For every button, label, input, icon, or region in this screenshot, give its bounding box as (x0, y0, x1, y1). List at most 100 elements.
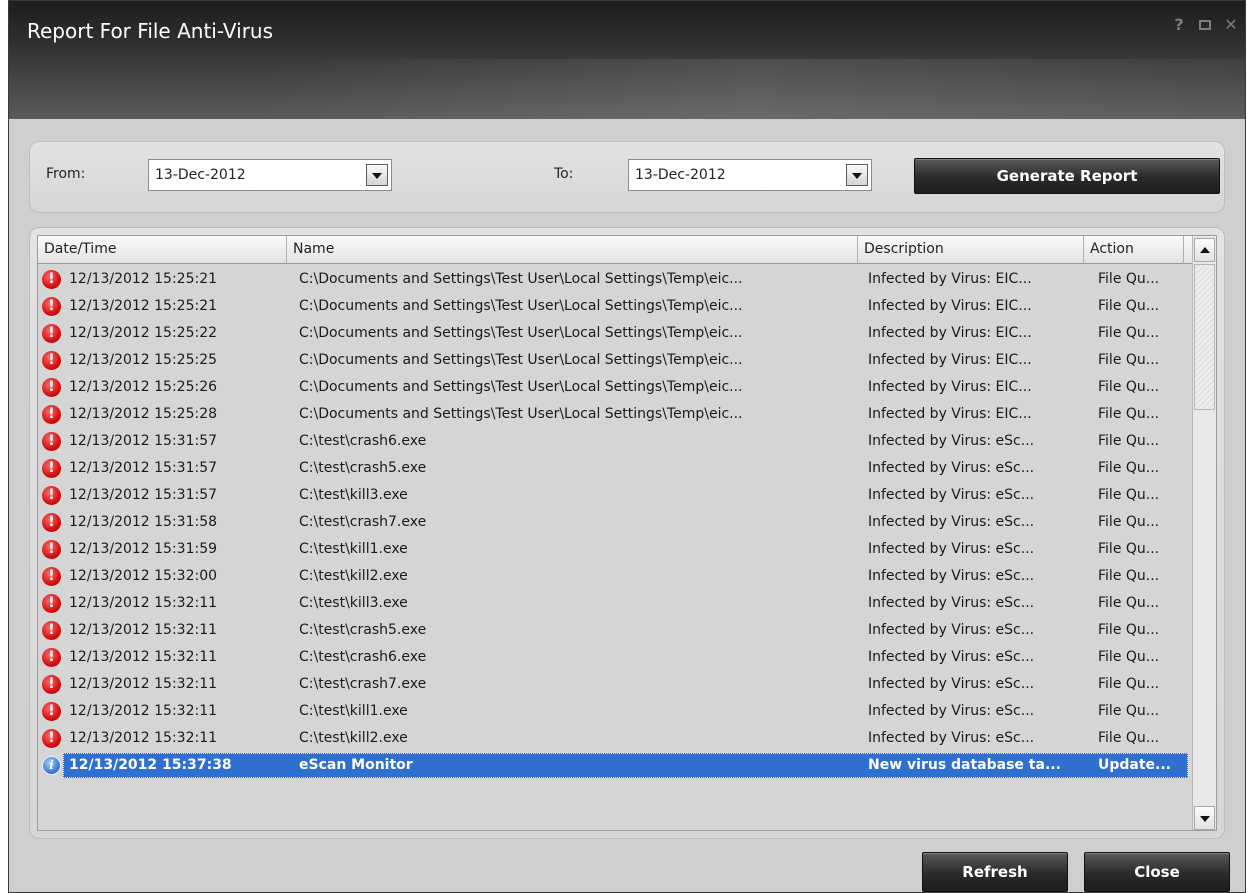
alert-icon (42, 675, 61, 694)
cell-description: Infected by Virus: eSc... (868, 514, 1035, 530)
cell-name: C:\test\kill2.exe (299, 730, 408, 746)
window-controls: ? ✕ (1171, 15, 1239, 34)
cell-action: File Qu... (1098, 676, 1160, 692)
table-row[interactable]: 12/13/2012 15:25:28 C:\Documents and Set… (38, 401, 1193, 428)
cell-action: File Qu... (1098, 595, 1160, 611)
table-row[interactable]: 12/13/2012 15:32:11 C:\test\kill1.exe In… (38, 698, 1193, 725)
cell-description: Infected by Virus: eSc... (868, 649, 1035, 665)
table-row[interactable]: 12/13/2012 15:25:21 C:\Documents and Set… (38, 266, 1193, 293)
report-table[interactable]: Date/Time Name Description Action 12/13/… (37, 235, 1217, 831)
table-body: 12/13/2012 15:25:21 C:\Documents and Set… (38, 266, 1193, 779)
scroll-down-icon[interactable] (1194, 806, 1215, 830)
alert-icon (42, 324, 61, 343)
cell-datetime: 12/13/2012 15:31:57 (69, 487, 218, 503)
cell-description: Infected by Virus: eSc... (868, 595, 1035, 611)
column-header-name[interactable]: Name (287, 236, 858, 264)
cell-name: C:\test\kill1.exe (299, 541, 408, 557)
cell-datetime: 12/13/2012 15:31:57 (69, 433, 218, 449)
cell-name: C:\Documents and Settings\Test User\Loca… (299, 325, 743, 341)
table-row[interactable]: 12/13/2012 15:32:11 C:\test\crash6.exe I… (38, 644, 1193, 671)
cell-name: C:\Documents and Settings\Test User\Loca… (299, 298, 743, 314)
alert-icon (42, 459, 61, 478)
cell-name: C:\test\kill2.exe (299, 568, 408, 584)
cell-name: C:\test\kill3.exe (299, 487, 408, 503)
table-row[interactable]: 12/13/2012 15:25:21 C:\Documents and Set… (38, 293, 1193, 320)
table-row[interactable]: 12/13/2012 15:32:11 C:\test\crash5.exe I… (38, 617, 1193, 644)
cell-name: C:\test\crash6.exe (299, 649, 427, 665)
refresh-button[interactable]: Refresh (922, 852, 1068, 892)
title-bar[interactable]: Report For File Anti-Virus ? ✕ (9, 1, 1245, 119)
cell-description: Infected by Virus: EIC... (868, 298, 1032, 314)
cell-datetime: 12/13/2012 15:32:11 (69, 730, 218, 746)
chevron-down-icon[interactable] (846, 164, 868, 186)
cell-name: eScan Monitor (299, 757, 413, 773)
table-row[interactable]: 12/13/2012 15:32:11 C:\test\kill2.exe In… (38, 725, 1193, 752)
cell-datetime: 12/13/2012 15:31:59 (69, 541, 218, 557)
cell-action: File Qu... (1098, 460, 1160, 476)
vertical-scrollbar[interactable] (1192, 236, 1216, 830)
help-icon[interactable]: ? (1171, 15, 1187, 34)
cell-description: Infected by Virus: eSc... (868, 676, 1035, 692)
cell-datetime: 12/13/2012 15:25:21 (69, 271, 218, 287)
scroll-thumb[interactable] (1194, 264, 1215, 410)
cell-datetime: 12/13/2012 15:32:11 (69, 676, 218, 692)
table-row[interactable]: 12/13/2012 15:32:11 C:\test\kill3.exe In… (38, 590, 1193, 617)
cell-name: C:\test\crash5.exe (299, 622, 427, 638)
table-row[interactable]: 12/13/2012 15:31:57 C:\test\crash5.exe I… (38, 455, 1193, 482)
cell-action: File Qu... (1098, 325, 1160, 341)
cell-action: File Qu... (1098, 298, 1160, 314)
cell-description: Infected by Virus: EIC... (868, 406, 1032, 422)
column-header-description[interactable]: Description (858, 236, 1084, 264)
cell-datetime: 12/13/2012 15:25:28 (69, 406, 218, 422)
cell-datetime: 12/13/2012 15:25:26 (69, 379, 218, 395)
table-row[interactable]: 12/13/2012 15:31:57 C:\test\kill3.exe In… (38, 482, 1193, 509)
cell-description: Infected by Virus: eSc... (868, 568, 1035, 584)
table-row[interactable]: 12/13/2012 15:25:22 C:\Documents and Set… (38, 320, 1193, 347)
scroll-up-icon[interactable] (1194, 238, 1215, 262)
cell-description: Infected by Virus: eSc... (868, 460, 1035, 476)
table-row[interactable]: 12/13/2012 15:31:59 C:\test\kill1.exe In… (38, 536, 1193, 563)
close-button[interactable]: Close (1084, 852, 1230, 892)
alert-icon (42, 567, 61, 586)
cell-action: File Qu... (1098, 730, 1160, 746)
cell-datetime: 12/13/2012 15:37:38 (69, 757, 232, 773)
cell-name: C:\test\kill3.exe (299, 595, 408, 611)
column-header-action[interactable]: Action (1084, 236, 1184, 264)
column-header-datetime[interactable]: Date/Time (38, 236, 287, 264)
table-row[interactable]: 12/13/2012 15:31:58 C:\test\crash7.exe I… (38, 509, 1193, 536)
alert-icon (42, 486, 61, 505)
cell-action: File Qu... (1098, 514, 1160, 530)
cell-datetime: 12/13/2012 15:31:58 (69, 514, 218, 530)
close-icon[interactable]: ✕ (1223, 15, 1239, 34)
table-row[interactable]: 12/13/2012 15:32:11 C:\test\crash7.exe I… (38, 671, 1193, 698)
info-icon (42, 756, 61, 775)
cell-datetime: 12/13/2012 15:25:21 (69, 298, 218, 314)
table-row[interactable]: 12/13/2012 15:25:25 C:\Documents and Set… (38, 347, 1193, 374)
cell-description: Infected by Virus: EIC... (868, 379, 1032, 395)
to-label: To: (554, 166, 574, 182)
table-row[interactable]: 12/13/2012 15:31:57 C:\test\crash6.exe I… (38, 428, 1193, 455)
cell-datetime: 12/13/2012 15:32:11 (69, 703, 218, 719)
table-row[interactable]: 12/13/2012 15:37:38 eScan Monitor New vi… (38, 752, 1193, 779)
cell-name: C:\test\crash6.exe (299, 433, 427, 449)
alert-icon (42, 729, 61, 748)
cell-description: Infected by Virus: EIC... (868, 325, 1032, 341)
from-date-select[interactable]: 13-Dec-2012 (148, 159, 392, 191)
alert-icon (42, 378, 61, 397)
cell-description: Infected by Virus: eSc... (868, 433, 1035, 449)
cell-action: Update... (1098, 757, 1172, 773)
alert-icon (42, 297, 61, 316)
cell-description: Infected by Virus: eSc... (868, 622, 1035, 638)
alert-icon (42, 351, 61, 370)
generate-report-button[interactable]: Generate Report (914, 158, 1220, 194)
chevron-down-icon[interactable] (366, 164, 388, 186)
cell-action: File Qu... (1098, 487, 1160, 503)
cell-datetime: 12/13/2012 15:32:00 (69, 568, 218, 584)
maximize-icon[interactable] (1197, 15, 1213, 34)
to-date-select[interactable]: 13-Dec-2012 (628, 159, 872, 191)
table-row[interactable]: 12/13/2012 15:32:00 C:\test\kill2.exe In… (38, 563, 1193, 590)
cell-datetime: 12/13/2012 15:25:22 (69, 325, 218, 341)
table-row[interactable]: 12/13/2012 15:25:26 C:\Documents and Set… (38, 374, 1193, 401)
from-label: From: (46, 166, 86, 182)
cell-datetime: 12/13/2012 15:32:11 (69, 622, 218, 638)
